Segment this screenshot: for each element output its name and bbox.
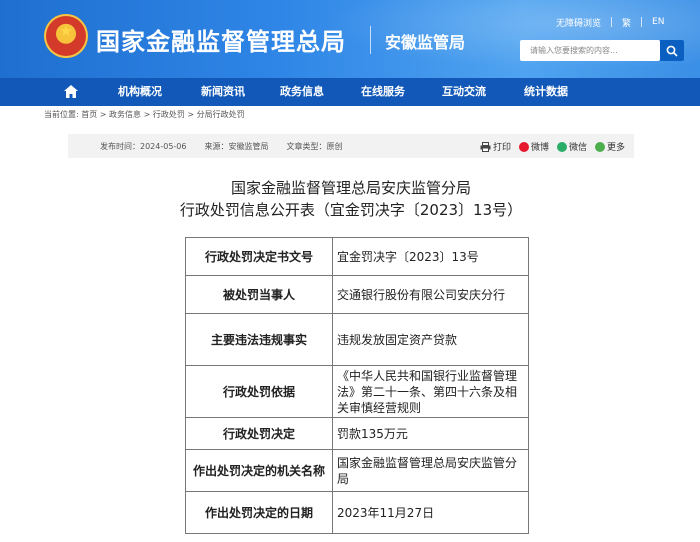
link-divider: [641, 17, 643, 27]
site-header: ★ 国家金融监督管理总局 安徽监管局 无障碍浏览 繁 EN 请输入您要搜索的内容…: [0, 0, 700, 78]
search-icon: [666, 45, 678, 57]
row-key: 行政处罚依据: [185, 365, 333, 418]
row-value: 交通银行股份有限公司安庆分行: [332, 275, 529, 314]
breadcrumb-separator: >: [99, 110, 107, 119]
penalty-info-table: 行政处罚决定书文号 宜金罚决字〔2023〕13号 被处罚当事人 交通银行股份有限…: [185, 237, 529, 534]
row-key: 行政处罚决定书文号: [185, 237, 333, 276]
row-key: 作出处罚决定的机关名称: [185, 449, 333, 492]
document-title-line1: 国家金融监督管理总局安庆监管分局: [230, 179, 471, 197]
site-title[interactable]: 国家金融监督管理总局: [96, 22, 346, 57]
main-nav: 机构概况 新闻资讯 政务信息 在线服务 互动交流 统计数据: [0, 78, 700, 106]
publish-date: 发布时间：2024-05-06: [100, 142, 187, 151]
nav-item-statistics[interactable]: 统计数据: [504, 78, 588, 106]
table-row: 被处罚当事人 交通银行股份有限公司安庆分行: [185, 275, 529, 314]
table-row: 主要违法违规事实 违规发放固定资产贷款: [185, 313, 529, 366]
row-value: 《中华人民共和国银行业监督管理法》第二十一条、第四十六条及相关审慎经营规则: [332, 365, 529, 418]
national-emblem-icon: ★: [44, 14, 88, 58]
breadcrumb-item-gov-info[interactable]: 政务信息: [109, 110, 141, 119]
row-value: 宜金罚决字〔2023〕13号: [332, 237, 529, 276]
document-title-line2: 行政处罚信息公开表（宜金罚决字〔2023〕13号）: [179, 201, 523, 219]
nav-item-about[interactable]: 机构概况: [96, 78, 184, 106]
row-value: 违规发放固定资产贷款: [332, 313, 529, 366]
breadcrumb-separator: >: [187, 110, 195, 119]
row-key: 行政处罚决定: [185, 417, 333, 450]
article-meta: 发布时间：2024-05-06 来源：安徽监管局 文章类型：原创: [100, 141, 343, 152]
breadcrumb-item-branch-penalty[interactable]: 分局行政处罚: [197, 110, 245, 119]
weibo-share-button[interactable]: 微博: [519, 140, 549, 153]
link-divider: [611, 17, 613, 27]
top-links: 无障碍浏览 繁 EN: [556, 14, 664, 30]
weibo-label: 微博: [531, 143, 550, 153]
breadcrumb-label: 当前位置:: [44, 110, 79, 119]
wechat-label: 微信: [569, 143, 588, 153]
nav-item-online-service[interactable]: 在线服务: [342, 78, 424, 106]
breadcrumb-item-home[interactable]: 首页: [81, 110, 97, 119]
breadcrumb-separator: >: [143, 110, 151, 119]
table-row: 行政处罚决定 罚款135万元: [185, 417, 529, 450]
english-link[interactable]: EN: [652, 17, 664, 27]
row-value: 罚款135万元: [332, 417, 529, 450]
printer-icon: [480, 141, 491, 152]
accessibility-link[interactable]: 无障碍浏览: [556, 16, 601, 29]
print-button[interactable]: 打印: [480, 140, 511, 153]
row-value: 2023年11月27日: [332, 491, 529, 534]
search-input[interactable]: 请输入您要搜索的内容...: [520, 40, 660, 61]
wechat-share-button[interactable]: 微信: [557, 140, 587, 153]
row-value: 国家金融监督管理总局安庆监管分局: [332, 449, 529, 492]
nav-item-gov-info[interactable]: 政务信息: [262, 78, 342, 106]
row-key: 主要违法违规事实: [185, 313, 333, 366]
search-button[interactable]: [660, 40, 684, 61]
breadcrumb-item-penalty[interactable]: 行政处罚: [153, 110, 185, 119]
traditional-chinese-link[interactable]: 繁: [622, 16, 631, 29]
title-divider: [370, 26, 371, 54]
home-icon: [64, 85, 78, 98]
share-tools: 打印 微博 微信 更多: [480, 140, 625, 153]
branch-title[interactable]: 安徽监管局: [385, 29, 465, 53]
wechat-icon: [557, 141, 568, 152]
nav-home[interactable]: [44, 78, 96, 106]
print-label: 打印: [493, 143, 512, 153]
article-type: 文章类型：原创: [286, 142, 343, 151]
more-share-button[interactable]: 更多: [595, 140, 625, 153]
table-row: 作出处罚决定的日期 2023年11月27日: [185, 491, 529, 534]
article-meta-bar: 发布时间：2024-05-06 来源：安徽监管局 文章类型：原创 打印 微博 微…: [68, 134, 634, 158]
nav-item-news[interactable]: 新闻资讯: [184, 78, 262, 106]
weibo-icon: [519, 141, 530, 152]
row-key: 作出处罚决定的日期: [185, 491, 333, 534]
more-label: 更多: [607, 143, 626, 153]
nav-item-interaction[interactable]: 互动交流: [424, 78, 504, 106]
table-row: 作出处罚决定的机关名称 国家金融监督管理总局安庆监管分局: [185, 449, 529, 492]
table-row: 行政处罚依据 《中华人民共和国银行业监督管理法》第二十一条、第四十六条及相关审慎…: [185, 365, 529, 418]
plus-icon: [595, 141, 606, 152]
row-key: 被处罚当事人: [185, 275, 333, 314]
article-source: 来源：安徽监管局: [204, 142, 269, 151]
breadcrumb: 当前位置: 首页 > 政务信息 > 行政处罚 > 分局行政处罚: [44, 109, 245, 120]
table-row: 行政处罚决定书文号 宜金罚决字〔2023〕13号: [185, 237, 529, 276]
